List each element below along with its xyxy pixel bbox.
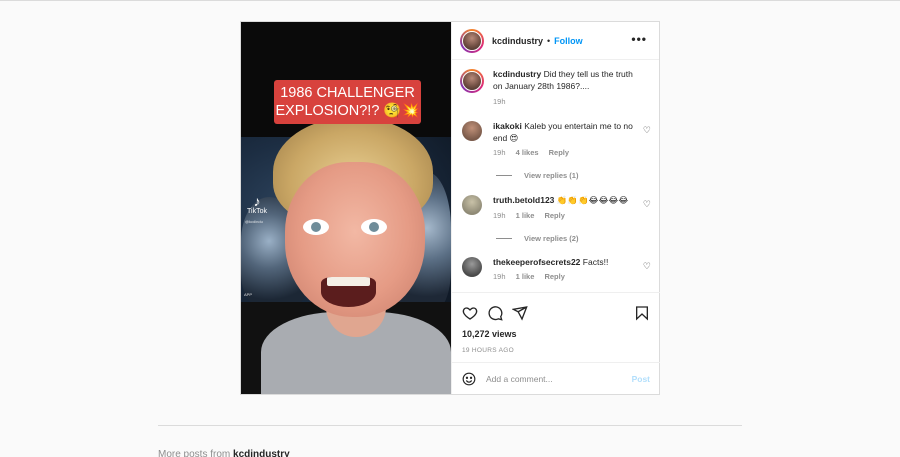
post-actions: 10,272 views 19 HOURS AGO Add a comment.… [452, 292, 660, 394]
comment-time: 19h [493, 148, 506, 157]
comment-bubble-icon[interactable] [487, 305, 503, 321]
more-posts-heading: More posts from kcdindustry [158, 449, 290, 457]
more-posts-username[interactable]: kcdindustry [233, 449, 290, 457]
author-username[interactable]: kcdindustry [492, 36, 543, 46]
post-header: kcdindustry • Follow ••• [452, 22, 659, 60]
video-overlay-caption: 1986 CHALLENGER EXPLOSION?!? 🧐💥 [274, 80, 421, 124]
share-paper-plane-icon[interactable] [512, 305, 528, 321]
like-heart-icon[interactable] [462, 305, 478, 321]
comment-likes[interactable]: 4 likes [516, 148, 539, 157]
comment-text: Facts!! [582, 256, 609, 267]
view-replies-button[interactable]: View replies (2) [496, 234, 659, 243]
comment-time: 19h [493, 272, 506, 281]
caption-username[interactable]: kcdindustry [493, 69, 541, 79]
like-comment-heart-icon[interactable]: ♡ [643, 125, 651, 136]
emoji-icon[interactable] [462, 372, 476, 386]
author-avatar[interactable] [460, 28, 484, 53]
post-side-panel: kcdindustry • Follow ••• kcdindustry Did… [451, 22, 660, 394]
add-comment-bar: Add a comment... Post [452, 362, 660, 394]
commenter-avatar[interactable] [462, 121, 482, 141]
view-replies-button[interactable]: View replies (1) [496, 171, 659, 180]
more-options-button[interactable]: ••• [631, 32, 647, 46]
tiktok-watermark: ♪ TikTok [245, 194, 269, 215]
comment-likes[interactable]: 1 like [516, 272, 535, 281]
commenter-avatar[interactable] [462, 195, 482, 215]
watermark-username: @kcdindu [245, 219, 263, 224]
add-comment-input[interactable]: Add a comment... [486, 374, 553, 384]
follow-button[interactable]: Follow [554, 36, 583, 46]
like-comment-heart-icon[interactable]: ♡ [643, 199, 651, 210]
section-divider [158, 425, 742, 426]
comment-username[interactable]: thekeeperofsecrets22 [493, 257, 580, 267]
header-separator: • [547, 35, 551, 46]
post-comment-button[interactable]: Post [632, 374, 650, 384]
save-bookmark-icon[interactable] [634, 305, 650, 321]
post-card: 1986 CHALLENGER EXPLOSION?!? 🧐💥 ♪ TikTok… [240, 21, 660, 395]
caption-time: 19h [493, 97, 506, 106]
reply-button[interactable]: Reply [544, 272, 564, 281]
comments-list[interactable]: kcdindustry Did they tell us the truth o… [452, 60, 659, 293]
comment-item: ikakoki Kaleb you entertain me to no end… [452, 121, 659, 157]
comment-text: 👏👏👏😂😂😂😂 [556, 195, 629, 205]
reply-button[interactable]: Reply [544, 211, 564, 220]
commenter-avatar[interactable] [462, 256, 482, 277]
comment-likes[interactable]: 1 like [516, 211, 535, 220]
top-divider [0, 0, 900, 1]
tiktok-icon: ♪ [253, 193, 261, 209]
comment-username[interactable]: truth.betold123 [493, 195, 554, 205]
comment-item: thekeeperofsecrets22 Facts!! 19h 1 like … [452, 256, 659, 281]
comment-item: truth.betold123 👏👏👏😂😂😂😂 19h 1 like Reply… [452, 195, 659, 220]
view-count[interactable]: 10,272 views [452, 329, 660, 339]
reply-button[interactable]: Reply [549, 148, 569, 157]
app-tag: APP [244, 292, 253, 297]
post-caption: kcdindustry Did they tell us the truth o… [452, 69, 659, 106]
like-comment-heart-icon[interactable]: ♡ [643, 261, 651, 272]
video-player[interactable]: 1986 CHALLENGER EXPLOSION?!? 🧐💥 ♪ TikTok… [241, 22, 451, 394]
post-timestamp: 19 HOURS AGO [462, 347, 515, 354]
comment-time: 19h [493, 210, 506, 220]
caption-avatar[interactable] [460, 69, 484, 93]
comment-username[interactable]: ikakoki [493, 121, 522, 131]
